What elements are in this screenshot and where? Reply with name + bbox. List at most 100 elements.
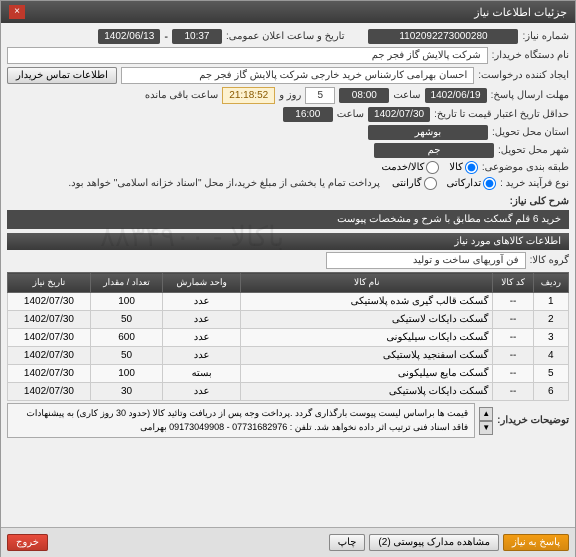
table-cell: -- [493,383,533,401]
print-button[interactable]: چاپ [329,534,366,551]
table-cell: 100 [90,293,162,311]
contact-button[interactable]: اطلاعات تماس خریدار [7,67,117,84]
time-label-1: ساعت [393,90,420,101]
pay-note: پرداخت تمام یا بخشی از مبلغ خرید،از محل … [68,178,380,189]
table-cell: عدد [163,383,241,401]
th-name: نام کالا [241,273,493,293]
valid-label: حداقل تاریخ اعتبار قیمت تا تاریخ: [434,109,569,120]
group-value: فن آوریهای ساخت و تولید [326,252,526,269]
table-row[interactable]: 4--گسکت اسفنجید پلاستیکیعدد501402/07/30 [8,347,569,365]
days-label: روز و [279,90,301,101]
table-cell: 100 [90,365,162,383]
radio-goods[interactable]: کالا [449,161,478,174]
announce-date: 1402/06/13 [98,29,160,44]
table-cell: گسکت مایع سیلیکونی [241,365,493,383]
th-code: کد کالا [493,273,533,293]
table-cell: عدد [163,293,241,311]
th-row: ردیف [533,273,568,293]
table-cell: -- [493,311,533,329]
table-cell: بسته [163,365,241,383]
table-row[interactable]: 3--گسکت دایکات سیلیکونیعدد6001402/07/30 [8,329,569,347]
valid-time: 16:00 [283,107,333,122]
table-cell: عدد [163,311,241,329]
table-cell: 3 [533,329,568,347]
buyer-label: نام دستگاه خریدار: [492,50,569,61]
desc-label: شرح کلی نیاز: [510,196,569,207]
table-cell: 30 [90,383,162,401]
table-row[interactable]: 6--گسکت دایکات پلاستیکیعدد301402/07/30 [8,383,569,401]
countdown-timer: 21:18:52 [222,87,275,104]
creator-label: ایجاد کننده درخواست: [478,70,569,81]
th-qty: تعداد / مقدار [90,273,162,293]
footer-bar: پاسخ به نیاز مشاهده مدارک پیوستی (2) چاپ… [1,527,575,557]
table-cell: 1 [533,293,568,311]
announce-time: 10:37 [172,29,222,44]
req-no-label: شماره نیاز: [522,31,569,42]
exit-button[interactable]: خروج [7,534,48,551]
table-cell: 1402/07/30 [8,383,91,401]
attachments-button[interactable]: مشاهده مدارک پیوستی (2) [369,534,499,551]
notes-label: توضیحات خریدار: [497,415,569,426]
purchase-type-group: تدارکاتی گارانتی [392,177,496,190]
table-cell: 1402/07/30 [8,329,91,347]
table-cell: 4 [533,347,568,365]
table-cell: 1402/07/30 [8,365,91,383]
time-label-2: ساعت [337,109,364,120]
remain-label: ساعت باقی مانده [145,90,218,101]
table-cell: -- [493,347,533,365]
table-cell: -- [493,365,533,383]
reply-button[interactable]: پاسخ به نیاز [503,534,569,551]
table-cell: 2 [533,311,568,329]
category-label: طبقه بندی موضوعی: [482,162,569,173]
table-cell: 1402/07/30 [8,293,91,311]
radio-garantee[interactable]: گارانتی [392,177,437,190]
req-no-value: 1102092273000280 [368,29,518,44]
radio-service[interactable]: کالا/خدمت [381,161,439,174]
table-cell: گسکت دایکات سیلیکونی [241,329,493,347]
table-cell: 600 [90,329,162,347]
th-date: تاریخ نیاز [8,273,91,293]
table-cell: 50 [90,347,162,365]
window-titlebar: جزئیات اطلاعات نیاز × [1,1,575,23]
deadline-label: مهلت ارسال پاسخ: [491,90,569,101]
table-cell: 1402/07/30 [8,347,91,365]
table-row[interactable]: 5--گسکت مایع سیلیکونیبسته1001402/07/30 [8,365,569,383]
purchase-type-label: نوع فرآیند خرید : [500,178,569,189]
th-unit: واحد شمارش [163,273,241,293]
creator-value: احسان بهرامی کارشناس خرید خارجی شرکت پال… [121,67,474,84]
days-value: 5 [305,87,335,104]
table-cell: عدد [163,347,241,365]
window-title: جزئیات اطلاعات نیاز [474,6,567,19]
radio-tadarokati[interactable]: تدارکاتی [447,177,497,190]
table-cell: گسکت دایکات پلاستیکی [241,383,493,401]
notes-up-icon[interactable]: ▲ [479,407,493,421]
notes-text: قیمت ها براساس لیست پیوست بارگذاری گردد … [7,403,475,438]
desc-text: خرید 6 قلم گسکت مطابق با شرح و مشخصات پی… [7,210,569,229]
table-row[interactable]: 2--گسکت دایکات لاستیکیعدد501402/07/30 [8,311,569,329]
close-icon[interactable]: × [9,5,25,19]
table-cell: گسکت اسفنجید پلاستیکی [241,347,493,365]
table-row[interactable]: 1--گسکت قالب گیری شده پلاستیکیعدد1001402… [8,293,569,311]
table-cell: 5 [533,365,568,383]
announce-label: تاریخ و ساعت اعلان عمومی: [226,31,345,42]
table-cell: -- [493,293,533,311]
table-cell: عدد [163,329,241,347]
table-cell: 50 [90,311,162,329]
table-cell: 1402/07/30 [8,311,91,329]
table-cell: گسکت دایکات لاستیکی [241,311,493,329]
city-label: شهر محل تحویل: [498,145,569,156]
province-value: بوشهر [368,125,488,140]
table-cell: گسکت قالب گیری شده پلاستیکی [241,293,493,311]
valid-date: 1402/07/30 [368,107,430,122]
buyer-value: شرکت پالایش گاز فجر جم [7,47,488,64]
notes-down-icon[interactable]: ▼ [479,421,493,435]
deadline-time: 08:00 [339,88,389,103]
table-cell: -- [493,329,533,347]
deadline-date: 1402/06/19 [425,88,487,103]
category-radio-group: کالا کالا/خدمت [381,161,477,174]
group-label: گروه کالا: [530,255,569,266]
items-table: ردیف کد کالا نام کالا واحد شمارش تعداد /… [7,272,569,401]
province-label: استان محل تحویل: [492,127,569,138]
city-value: جم [374,143,494,158]
table-cell: 6 [533,383,568,401]
